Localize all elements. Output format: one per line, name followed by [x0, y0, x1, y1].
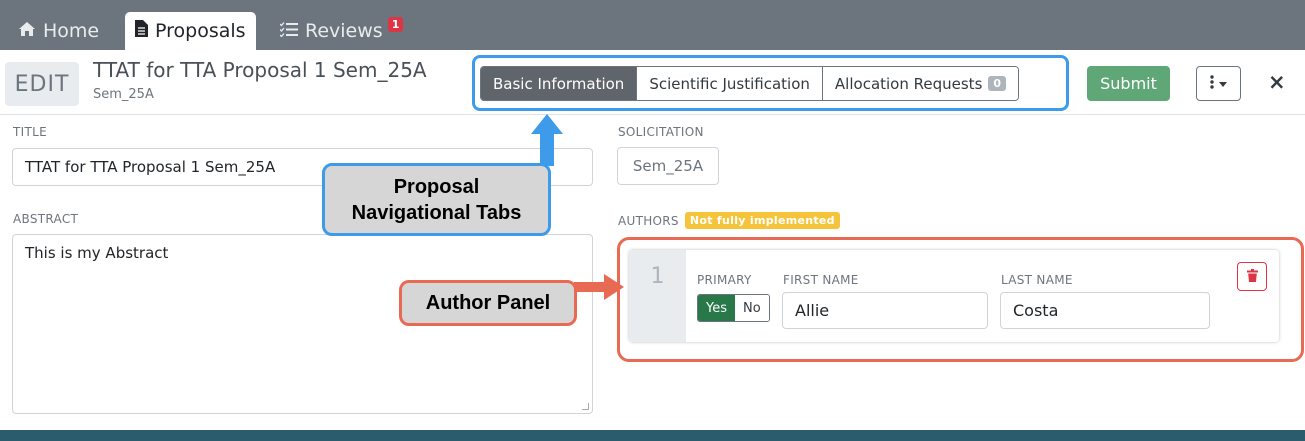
not-implemented-badge: Not fully implemented — [684, 212, 840, 229]
nav-tab-home[interactable]: Home — [18, 12, 99, 50]
footer-bar — [0, 430, 1305, 441]
proposal-subtitle: Sem_25A — [93, 87, 154, 102]
file-icon — [135, 20, 148, 42]
edit-mode-badge: EDIT — [5, 62, 79, 106]
kebab-icon — [1210, 75, 1214, 92]
top-navbar: Home Proposals Reviews 1 — [0, 0, 1305, 50]
resize-handle-icon[interactable] — [582, 403, 589, 410]
tabs-callout-line2: Navigational Tabs — [351, 202, 522, 224]
tabs-callout-line1: Proposal — [393, 176, 480, 198]
abstract-label: ABSTRACT — [13, 212, 79, 226]
submit-button[interactable]: Submit — [1087, 66, 1170, 101]
reviews-count-badge: 1 — [387, 16, 404, 32]
authors-header: AUTHORS Not fully implemented — [618, 212, 840, 229]
close-button[interactable]: × — [1268, 70, 1286, 94]
solicitation-field: Sem_25A — [617, 147, 719, 185]
solicitation-label: SOLICITATION — [618, 125, 704, 139]
author-panel-highlight-outline — [617, 237, 1304, 362]
nav-tab-reviews-label: Reviews — [305, 20, 383, 42]
title-label: TITLE — [13, 125, 47, 139]
more-options-button[interactable] — [1196, 66, 1241, 101]
abstract-text: This is my Abstract — [25, 244, 169, 262]
author-callout: Author Panel — [399, 280, 577, 326]
list-icon — [279, 20, 298, 42]
tabs-callout: Proposal Navigational Tabs — [322, 163, 551, 236]
home-icon — [18, 20, 36, 42]
header-divider — [0, 114, 1305, 115]
author-callout-arrow-icon — [574, 274, 624, 300]
authors-label: AUTHORS — [618, 213, 679, 228]
nav-tab-home-label: Home — [43, 20, 100, 42]
nav-tab-proposals[interactable]: Proposals — [125, 12, 256, 50]
tabs-callout-arrow-icon — [531, 114, 563, 166]
nav-tab-proposals-label: Proposals — [155, 20, 246, 42]
proposal-title: TTAT for TTA Proposal 1 Sem_25A — [93, 58, 427, 82]
caret-down-icon — [1219, 77, 1227, 90]
nav-tab-reviews[interactable]: Reviews 1 — [279, 12, 404, 50]
tabs-highlight-outline — [472, 55, 1069, 111]
